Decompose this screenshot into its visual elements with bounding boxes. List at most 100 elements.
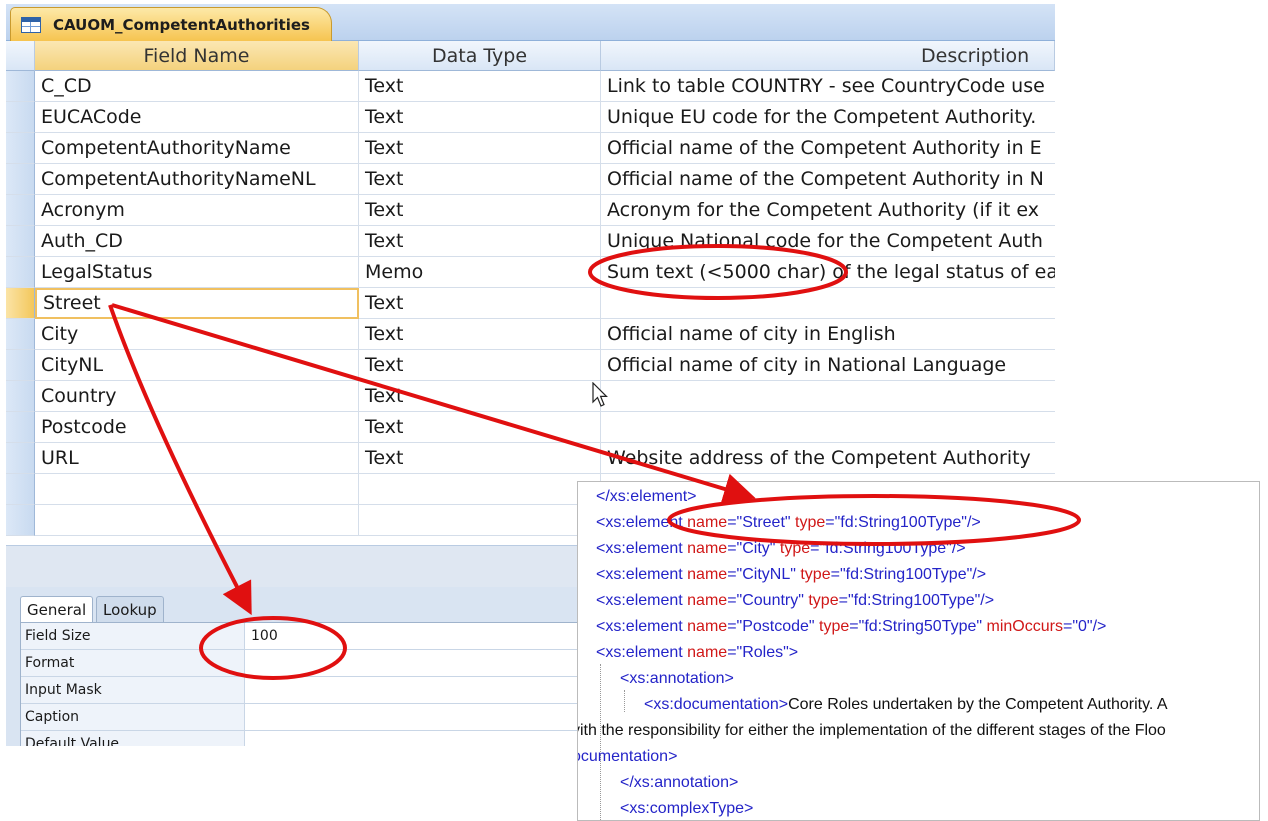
description-cell[interactable] xyxy=(601,288,1055,319)
field-name-cell[interactable]: Auth_CD xyxy=(35,226,359,257)
row-selector[interactable] xyxy=(6,288,35,319)
field-name-cell[interactable]: C_CD xyxy=(35,71,359,102)
row-selector[interactable] xyxy=(6,381,35,412)
description-cell[interactable] xyxy=(601,412,1055,443)
row-selector[interactable] xyxy=(6,319,35,350)
row-selector[interactable] xyxy=(6,71,35,102)
row-selector-header[interactable] xyxy=(6,41,35,71)
data-type-cell[interactable]: Text xyxy=(359,71,601,102)
description-cell[interactable]: Official name of city in National Langua… xyxy=(601,350,1055,381)
field-name-cell[interactable]: Street xyxy=(35,288,359,319)
data-type-cell[interactable]: Text xyxy=(359,133,601,164)
row-selector[interactable] xyxy=(6,505,35,536)
data-type-cell[interactable]: Text xyxy=(359,288,601,319)
row-selector[interactable] xyxy=(6,350,35,381)
row-selector[interactable] xyxy=(6,102,35,133)
data-type-cell[interactable]: Text xyxy=(359,102,601,133)
description-cell[interactable]: Link to table COUNTRY - see CountryCode … xyxy=(601,71,1055,102)
property-row-field-size[interactable]: Field Size 100 xyxy=(21,623,661,650)
property-row-format[interactable]: Format xyxy=(21,650,661,677)
table-row[interactable]: URL Text Website address of the Competent … xyxy=(6,443,1055,474)
description-cell[interactable]: Official name of the Competent Authority… xyxy=(601,133,1055,164)
table-row[interactable]: Auth_CD Text Unique National code for the … xyxy=(6,226,1055,257)
table-row[interactable]: CityNL Text Official name of city in Natio… xyxy=(6,350,1055,381)
data-type-cell[interactable]: Text xyxy=(359,350,601,381)
description-cell[interactable]: Sum text (<5000 char) of the legal statu… xyxy=(601,257,1055,288)
data-type-cell[interactable]: Text xyxy=(359,195,601,226)
description-cell[interactable]: Acronym for the Competent Authority (if … xyxy=(601,195,1055,226)
field-name-cell[interactable]: CityNL xyxy=(35,350,359,381)
xml-token: name xyxy=(687,644,728,661)
tab-general[interactable]: General xyxy=(20,596,94,622)
row-selector[interactable] xyxy=(6,257,35,288)
property-row-input-mask[interactable]: Input Mask xyxy=(21,677,661,704)
field-name-cell[interactable]: LegalStatus xyxy=(35,257,359,288)
row-selector[interactable] xyxy=(6,164,35,195)
data-type-cell[interactable]: Text xyxy=(359,412,601,443)
description-cell[interactable]: Website address of the Competent Authori… xyxy=(601,443,1055,474)
field-name-cell[interactable]: Country xyxy=(35,381,359,412)
table-row[interactable]: CompetentAuthorityNameNL Text Official nam… xyxy=(6,164,1055,195)
data-type-cell[interactable]: Text xyxy=(359,381,601,412)
field-name-cell[interactable]: City xyxy=(35,319,359,350)
data-type-cell[interactable]: Text xyxy=(359,319,601,350)
data-type-cell[interactable]: Text xyxy=(359,443,601,474)
table-row[interactable]: Country Text xyxy=(6,381,1055,412)
xml-token: <xs:element xyxy=(596,618,688,635)
description-cell[interactable] xyxy=(601,381,1055,412)
description-cell[interactable]: Unique EU code for the Competent Authori… xyxy=(601,102,1055,133)
table-row[interactable]: EUCACode Text Unique EU code for the Compe… xyxy=(6,102,1055,133)
tab-lookup[interactable]: Lookup xyxy=(96,596,164,622)
document-tab-title: CAUOM_CompetentAuthorities xyxy=(53,15,310,34)
table-row[interactable]: LegalStatus Memo Sum text (<5000 char) of … xyxy=(6,257,1055,288)
data-type-cell[interactable]: Memo xyxy=(359,257,601,288)
row-selector[interactable] xyxy=(6,195,35,226)
xml-token: <xs:element xyxy=(596,566,688,583)
column-header-description[interactable]: Description xyxy=(601,41,1055,71)
xml-token: type xyxy=(808,592,839,609)
description-cell[interactable]: Unique National code for the Competent A… xyxy=(601,226,1055,257)
table-row[interactable]: CompetentAuthorityName Text Official name … xyxy=(6,133,1055,164)
field-name-cell[interactable]: Postcode xyxy=(35,412,359,443)
xml-token: </xs:annotation> xyxy=(620,774,739,791)
row-selector[interactable] xyxy=(6,412,35,443)
field-name-cell[interactable] xyxy=(35,505,359,536)
xml-token: ="fd:String100Type"/> xyxy=(825,514,981,531)
field-name-cell[interactable]: URL xyxy=(35,443,359,474)
field-name-cell[interactable]: CompetentAuthorityName xyxy=(35,133,359,164)
row-selector[interactable] xyxy=(6,443,35,474)
description-cell[interactable]: Official name of the Competent Authority… xyxy=(601,164,1055,195)
table-row[interactable]: C_CD Text Link to table COUNTRY - see Coun… xyxy=(6,71,1055,102)
data-type-cell[interactable] xyxy=(359,505,601,536)
property-row-default-value[interactable]: Default Value xyxy=(21,731,661,746)
field-name-cell[interactable]: CompetentAuthorityNameNL xyxy=(35,164,359,195)
data-type-cell[interactable]: Text xyxy=(359,164,601,195)
field-name-cell[interactable]: Acronym xyxy=(35,195,359,226)
xml-token: <xs:complexType> xyxy=(620,800,754,817)
property-label: Caption xyxy=(21,704,245,730)
xml-line: ocumentation> xyxy=(578,744,677,770)
table-row[interactable]: Street Text xyxy=(6,288,1055,319)
description-cell[interactable]: Official name of city in English xyxy=(601,319,1055,350)
column-header-data-type[interactable]: Data Type xyxy=(359,41,601,71)
row-selector[interactable] xyxy=(6,133,35,164)
table-icon xyxy=(21,16,41,33)
table-row[interactable]: Acronym Text Acronym for the Competent Aut… xyxy=(6,195,1055,226)
xml-token: ="fd:String100Type"/> xyxy=(810,540,966,557)
property-row-caption[interactable]: Caption xyxy=(21,704,661,731)
field-name-cell[interactable]: EUCACode xyxy=(35,102,359,133)
data-type-cell[interactable] xyxy=(359,474,601,505)
column-header-field-name[interactable]: Field Name xyxy=(35,41,359,71)
mouse-pointer-icon xyxy=(592,382,608,407)
field-name-cell[interactable] xyxy=(35,474,359,505)
row-selector[interactable] xyxy=(6,474,35,505)
row-selector[interactable] xyxy=(6,226,35,257)
table-row[interactable]: City Text Official name of city in English xyxy=(6,319,1055,350)
table-row[interactable]: Postcode Text xyxy=(6,412,1055,443)
xml-line: </xs:element> xyxy=(596,484,697,510)
xml-schema-panel: </xs:element> <xs:element name="Street" t… xyxy=(577,481,1260,821)
data-type-cell[interactable]: Text xyxy=(359,226,601,257)
xml-token: name xyxy=(687,618,728,635)
document-tab[interactable]: CAUOM_CompetentAuthorities xyxy=(10,7,332,41)
xml-line: <xs:element name="Roles"> xyxy=(596,640,798,666)
